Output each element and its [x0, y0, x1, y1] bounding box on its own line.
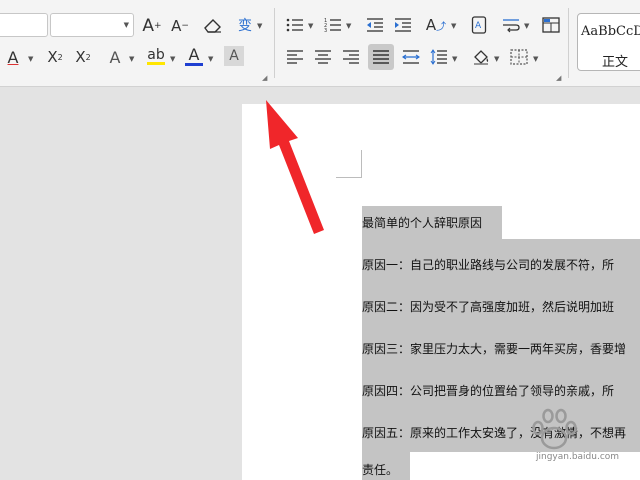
character-shading-icon[interactable]: A [224, 46, 244, 66]
highlight-icon[interactable]: ab [144, 44, 168, 68]
chevron-down-icon[interactable]: ▼ [524, 22, 529, 30]
chevron-down-icon[interactable]: ▼ [451, 22, 456, 30]
red-arrow-icon [266, 100, 324, 234]
svg-text:A: A [475, 21, 482, 31]
chevron-down-icon[interactable]: ▼ [308, 22, 313, 30]
clear-format-icon[interactable] [202, 15, 224, 37]
dialog-launcher-icon[interactable]: ◢ [262, 74, 267, 82]
document-paragraph: 责任。 [362, 463, 399, 477]
table-layout-icon[interactable] [540, 14, 562, 36]
font-color-a-icon[interactable]: A [2, 46, 24, 68]
font-color-icon[interactable]: A [182, 44, 206, 68]
text-direction-icon[interactable]: A ⤴ [424, 14, 448, 36]
document-paragraph: 原因二：因为受不了高强度加班，然后说明加班 [362, 300, 615, 314]
align-right-icon[interactable] [340, 46, 362, 68]
style-sample-text: AaBbCcD [581, 24, 640, 39]
document-heading: 最简单的个人辞职原因 [362, 216, 483, 230]
subscript-icon[interactable]: X2 [72, 46, 94, 68]
style-name-label: 正文 [602, 55, 629, 70]
shrink-font-icon[interactable]: A − [168, 14, 192, 38]
superscript-icon[interactable]: X2 [44, 46, 66, 68]
dialog-launcher-icon[interactable]: ◢ [556, 74, 561, 82]
document-paragraph: 原因四：公司把晋身的位置给了领导的亲戚，所 [362, 384, 615, 398]
phonetic-guide-icon[interactable]: 变 [234, 14, 256, 36]
distributed-align-icon[interactable] [400, 46, 422, 68]
document-paragraph: 原因三：家里压力太大，需要一两年买房，香要增 [362, 342, 627, 356]
font-name-combo[interactable] [0, 13, 48, 37]
chevron-down-icon[interactable]: ▼ [28, 55, 33, 63]
document-paragraph: 原因一：自己的职业路线与公司的发展不符，所 [362, 258, 615, 272]
margin-corner-mark-v [361, 150, 362, 178]
grow-font-icon[interactable]: A + [140, 14, 164, 38]
chevron-down-icon[interactable]: ▼ [129, 55, 134, 63]
text-effect-icon[interactable]: A [104, 46, 126, 68]
line-wrap-icon[interactable] [500, 14, 522, 36]
line-spacing-icon[interactable] [428, 46, 450, 68]
chevron-down-icon: ▼ [123, 21, 129, 29]
chevron-down-icon[interactable]: ▼ [170, 55, 175, 63]
find-text-icon[interactable]: A [468, 14, 490, 36]
bullet-list-icon[interactable] [284, 14, 306, 36]
chevron-down-icon[interactable]: ▼ [494, 55, 499, 63]
chevron-down-icon[interactable]: ▼ [257, 22, 262, 30]
ribbon-toolbar: ▼ A + A − 变 ▼ A ▼ X2 X2 A ▼ ab ▼ A ▼ A ◢ ▼… [0, 0, 640, 87]
borders-icon[interactable] [508, 46, 530, 68]
document-paragraph: 原因五：原来的工作太安逸了，没有激情，不想再 [362, 426, 627, 440]
shading-fill-icon[interactable] [470, 46, 492, 68]
increase-indent-icon[interactable] [392, 14, 414, 36]
chevron-down-icon[interactable]: ▼ [208, 55, 213, 63]
group-separator [568, 8, 569, 78]
svg-text:3: 3 [324, 28, 327, 33]
font-size-combo[interactable]: ▼ [50, 13, 134, 37]
group-separator [274, 8, 275, 78]
watermark-text: jingyan.baidu.com [536, 452, 620, 462]
chevron-down-icon[interactable]: ▼ [533, 55, 538, 63]
chevron-down-icon[interactable]: ▼ [346, 22, 351, 30]
align-left-icon[interactable] [284, 46, 306, 68]
margin-corner-mark-h [336, 177, 362, 178]
paw-watermark-icon [532, 408, 577, 450]
align-center-icon[interactable] [312, 46, 334, 68]
numbered-list-icon[interactable]: 123 [322, 14, 344, 36]
justify-icon[interactable] [368, 44, 394, 70]
decrease-indent-icon[interactable] [364, 14, 386, 36]
chevron-down-icon[interactable]: ▼ [452, 55, 457, 63]
style-normal-tile[interactable]: AaBbCcD 正文 [577, 13, 640, 71]
